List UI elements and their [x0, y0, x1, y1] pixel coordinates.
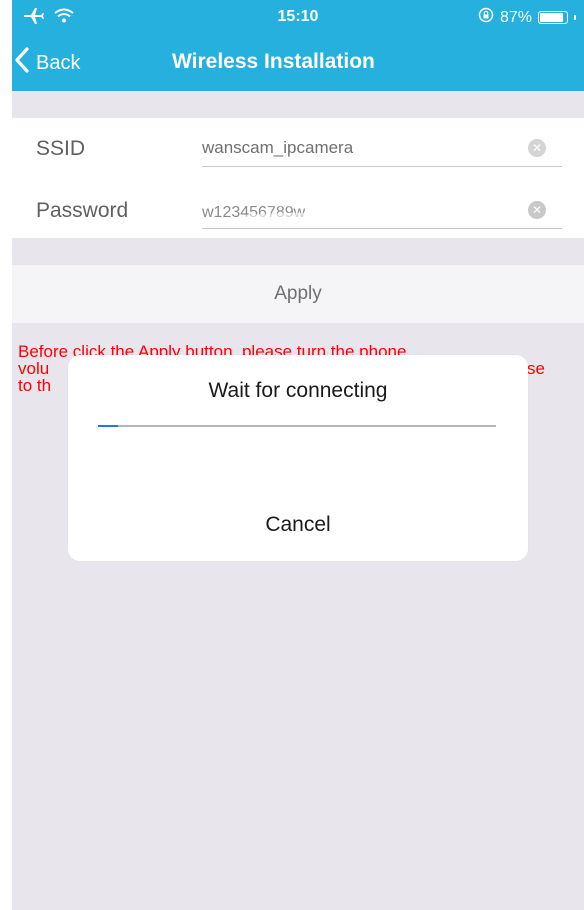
cancel-button[interactable]: Cancel — [68, 513, 528, 537]
progress-fill — [98, 425, 118, 427]
ssid-underline — [202, 166, 562, 167]
battery-percent: 87% — [499, 8, 532, 26]
status-bar: 15:10 87% — [12, 0, 584, 36]
ssid-label: SSID — [36, 137, 86, 160]
password-underline — [202, 228, 562, 229]
apply-button[interactable]: Apply — [12, 265, 584, 323]
back-label: Back — [36, 51, 81, 74]
password-label: Password — [36, 199, 129, 222]
chevron-left-icon — [14, 47, 30, 79]
battery-icon — [538, 11, 568, 24]
app-screen: 15:10 87% Back Wireless Installation SSI… — [12, 0, 584, 910]
password-input[interactable]: w123456789w — [202, 196, 382, 224]
rotation-lock-icon — [478, 7, 494, 28]
battery-fill — [540, 13, 563, 22]
ssid-input[interactable] — [202, 134, 522, 162]
nav-bar: Back Wireless Installation — [12, 36, 584, 91]
warning-line-2-tail: se — [527, 359, 545, 378]
connecting-dialog: Wait for connecting Cancel — [68, 355, 528, 561]
ssid-row: SSID ✕ — [12, 118, 584, 176]
status-right-icons: 87% — [478, 7, 576, 28]
battery-tip — [574, 15, 576, 20]
password-row: Password w123456789w ✕ — [12, 180, 584, 238]
page-title: Wireless Installation — [172, 50, 375, 73]
wifi-form: SSID ✕ Password w123456789w ✕ — [12, 118, 584, 238]
back-button[interactable]: Back — [14, 46, 80, 80]
progress-bar — [98, 425, 496, 427]
warning-line-2-start: volu — [18, 359, 50, 378]
clear-password-icon[interactable]: ✕ — [528, 201, 546, 219]
clear-ssid-icon[interactable]: ✕ — [528, 139, 546, 157]
dialog-title: Wait for connecting — [208, 379, 388, 402]
